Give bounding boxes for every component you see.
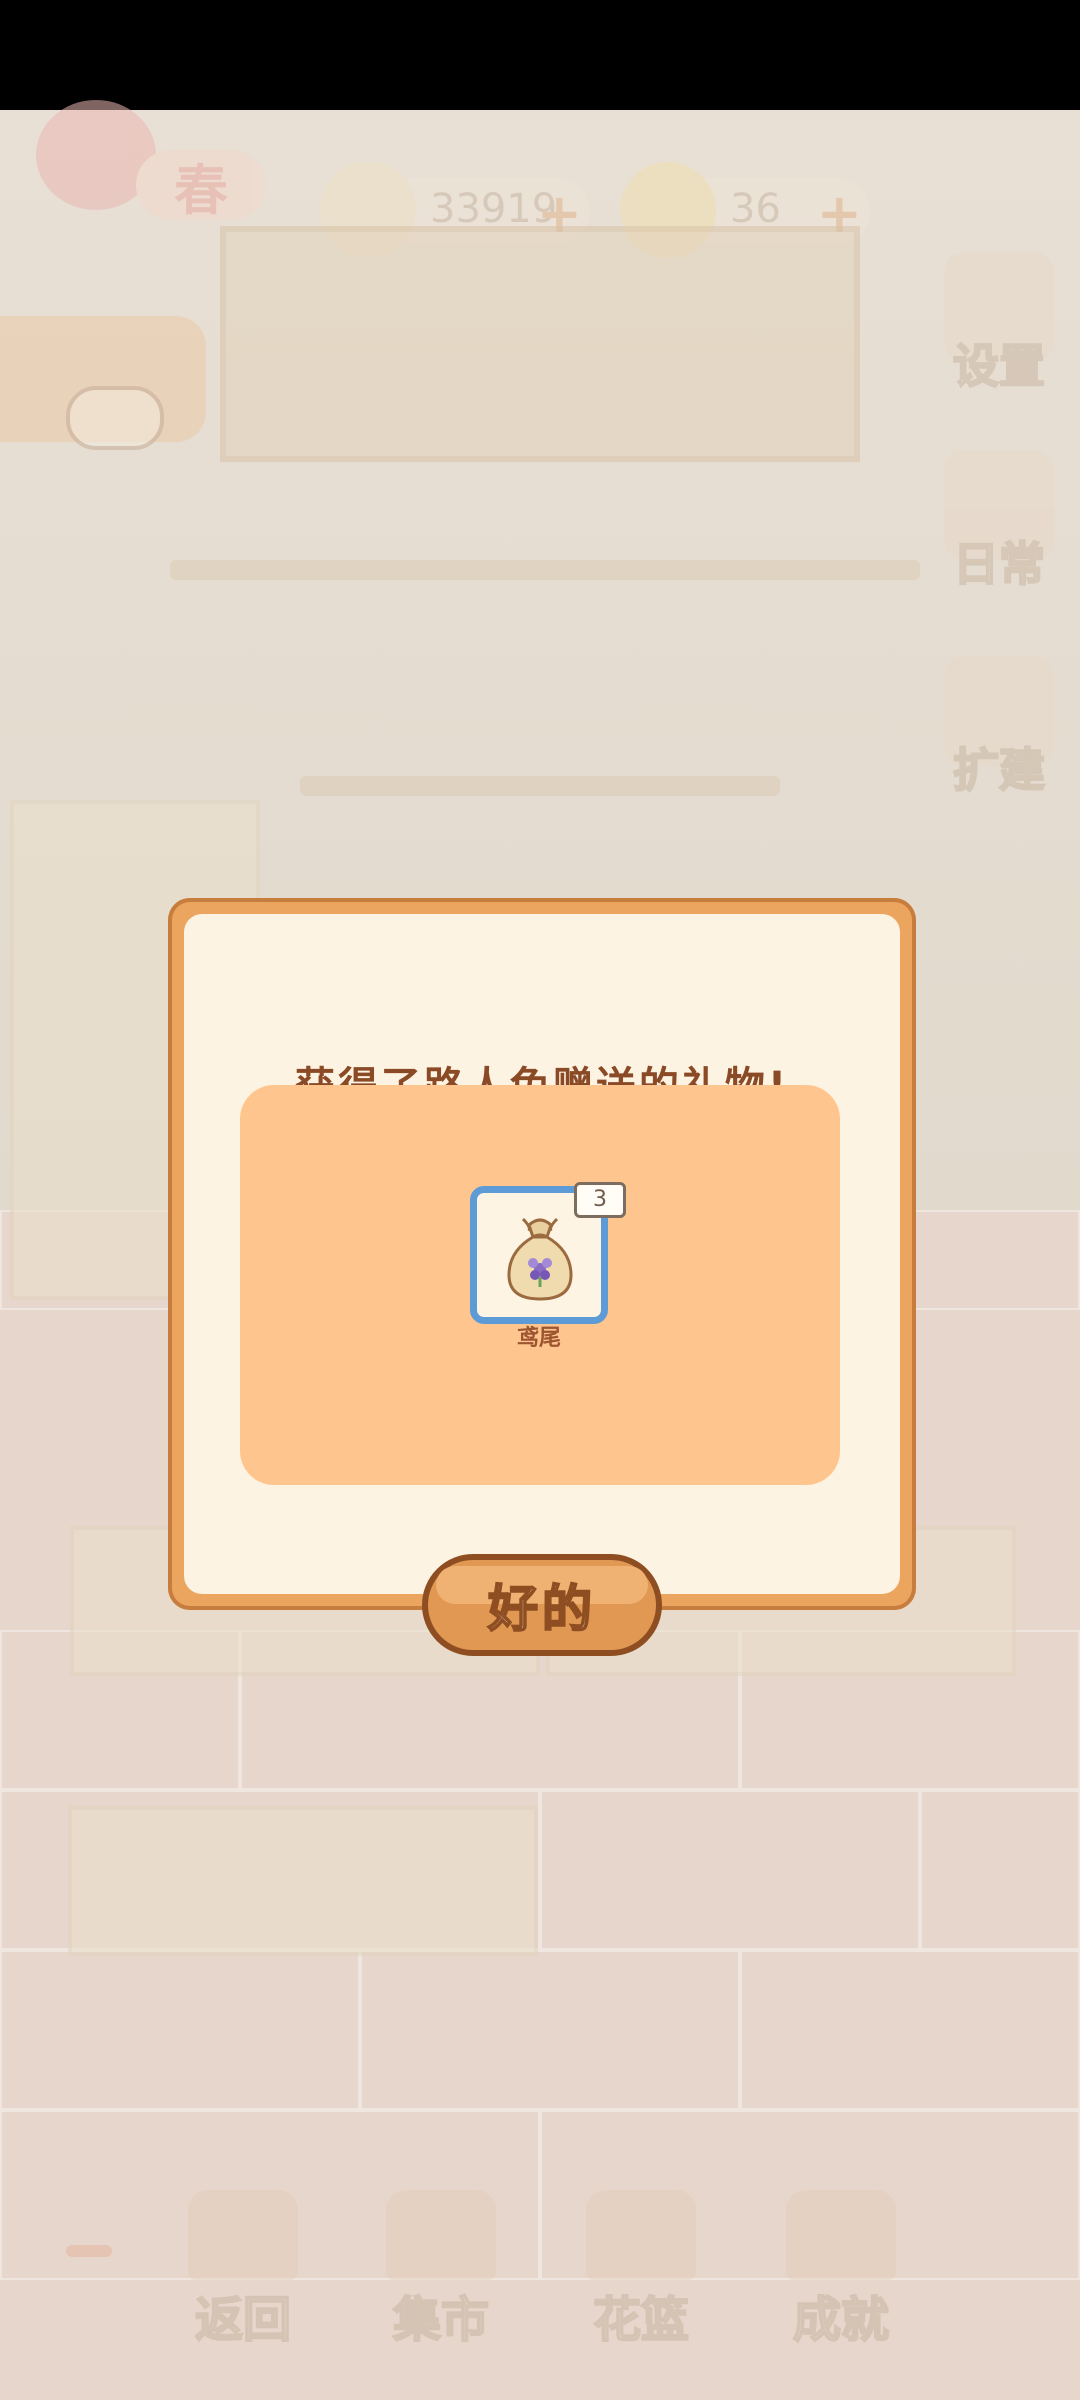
play-icon <box>66 386 164 450</box>
expand-label: 扩建 <box>952 742 1046 798</box>
season-pill: 春 <box>136 150 266 222</box>
small-shelf <box>300 776 780 796</box>
daily-button[interactable]: 日常 <box>944 450 1054 592</box>
window-icon <box>188 2190 298 2280</box>
nav-market-label: 集市 <box>392 2291 490 2349</box>
settings-label: 设置 <box>952 338 1046 394</box>
flower-basket-icon <box>586 2190 696 2280</box>
daily-label: 日常 <box>952 536 1046 592</box>
expand-button[interactable]: 扩建 <box>944 656 1054 798</box>
reward-count-badge: 3 <box>574 1182 626 1218</box>
reward-item-name: 鸢尾 <box>516 1326 561 1351</box>
nav-basket-label: 花篮 <box>592 2291 690 2349</box>
trophy-icon <box>786 2190 896 2280</box>
nav-achievement[interactable]: 成就 <box>766 2190 916 2350</box>
nav-achievement-label: 成就 <box>792 2291 890 2349</box>
settings-button[interactable]: 设置 <box>944 252 1054 394</box>
ok-button[interactable]: 好的 <box>422 1554 662 1656</box>
market-stall-icon <box>386 2190 496 2280</box>
nav-back[interactable]: 返回 <box>168 2190 318 2350</box>
nav-basket[interactable]: 花篮 <box>566 2190 716 2350</box>
nav-back-label: 返回 <box>194 2291 292 2349</box>
bottom-nav: 返回 集市 花篮 成就 <box>0 2190 1080 2350</box>
wall-shelf <box>170 560 920 580</box>
ok-button-label: 好的 <box>487 1579 596 1639</box>
season-label: 春 <box>174 158 228 222</box>
display-cabinet <box>220 226 860 462</box>
season-badge[interactable]: 春 <box>36 100 266 222</box>
status-bar <box>0 0 1080 110</box>
seed-bag-icon <box>507 1217 573 1301</box>
nav-market[interactable]: 集市 <box>366 2190 516 2350</box>
display-table-bottom <box>68 1806 538 1956</box>
